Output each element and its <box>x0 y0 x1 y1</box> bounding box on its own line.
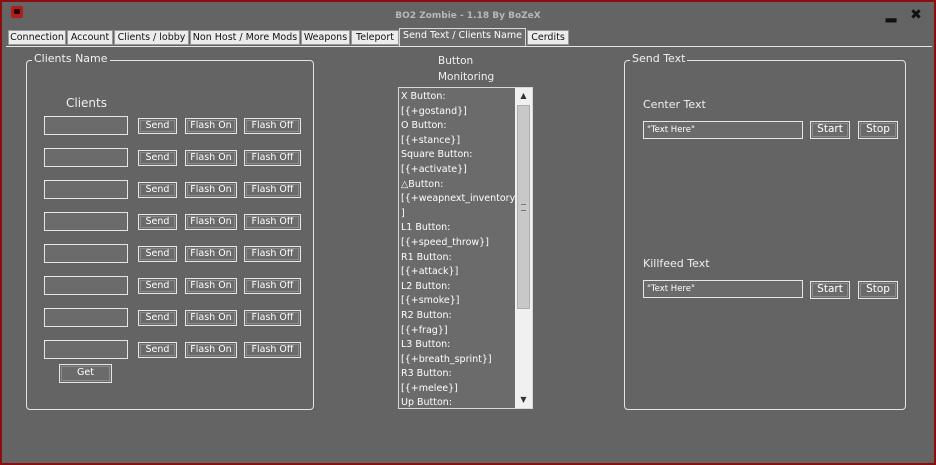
flash-off-button[interactable]: Flash Off <box>244 214 301 230</box>
clients-name-title: Clients Name <box>32 52 110 65</box>
scroll-down-arrow-icon[interactable]: ▼ <box>515 392 532 408</box>
flash-off-button[interactable]: Flash Off <box>244 342 301 358</box>
monitoring-line: R3 Button: <box>401 368 452 380</box>
flash-off-button[interactable]: Flash Off <box>244 118 301 134</box>
monitoring-title-line1: Button <box>438 55 474 67</box>
killfeed-stop-button[interactable]: Stop <box>858 281 898 299</box>
button-monitoring-list[interactable]: X Button: [{+gostand}] O Button: [{+stance}… <box>398 87 533 409</box>
send-button[interactable]: Send <box>138 214 177 230</box>
monitoring-line: L1 Button: <box>401 222 451 234</box>
monitoring-line: Up Button: <box>401 397 453 409</box>
tab-bar: Connection Account Clients / lobby Non H… <box>6 28 932 47</box>
clients-heading: Clients <box>66 96 107 110</box>
client-name-input[interactable] <box>44 148 128 167</box>
killfeed-text-input[interactable]: "Text Here" <box>643 280 803 298</box>
flash-on-button[interactable]: Flash On <box>185 278 237 294</box>
flash-off-button[interactable]: Flash Off <box>244 246 301 262</box>
flash-on-button[interactable]: Flash On <box>185 310 237 326</box>
flash-on-button[interactable]: Flash On <box>185 246 237 262</box>
scroll-up-arrow-icon[interactable]: ▲ <box>515 88 532 104</box>
client-name-input[interactable] <box>44 276 128 295</box>
scroll-thumb[interactable] <box>517 105 530 309</box>
flash-off-button[interactable]: Flash Off <box>244 150 301 166</box>
send-text-title: Send Text <box>630 52 688 65</box>
flash-on-button[interactable]: Flash On <box>185 118 237 134</box>
tab-account[interactable]: Account <box>67 30 113 45</box>
monitoring-line: [{+weapnext_inventory} <box>401 193 522 205</box>
send-button[interactable]: Send <box>138 246 177 262</box>
app-window: BO2 Zombie - 1.18 By BoZeX ▂ ✖ Connectio… <box>0 0 936 465</box>
monitoring-line: △Button: <box>401 178 444 190</box>
monitoring-line: [{+attack}] <box>401 266 459 278</box>
client-name-input[interactable] <box>44 244 128 263</box>
send-button[interactable]: Send <box>138 342 177 358</box>
tab-cerdits[interactable]: Cerdits <box>527 30 569 45</box>
monitoring-line: [{+smoke}] <box>401 295 460 307</box>
monitoring-line: R1 Button: <box>401 251 452 263</box>
flash-off-button[interactable]: Flash Off <box>244 182 301 198</box>
monitoring-scrollbar[interactable]: ▲ ▼ <box>515 88 532 408</box>
client-name-input[interactable] <box>44 180 128 199</box>
tab-teleport[interactable]: Teleport <box>351 30 399 45</box>
flash-on-button[interactable]: Flash On <box>185 214 237 230</box>
send-button[interactable]: Send <box>138 278 177 294</box>
monitoring-line: [{+gostand}] <box>401 105 467 117</box>
monitoring-line: [{+stance}] <box>401 134 461 146</box>
monitoring-line: L3 Button: <box>401 339 451 351</box>
monitoring-line: O Button: <box>401 120 447 132</box>
window-title: BO2 Zombie - 1.18 By BoZeX <box>395 11 541 21</box>
monitoring-title-line2: Monitoring <box>438 71 495 83</box>
monitoring-lines: X Button: [{+gostand}] O Button: [{+stance}… <box>401 90 522 409</box>
center-start-button[interactable]: Start <box>810 121 850 139</box>
killfeed-text-label: Killfeed Text <box>643 257 710 270</box>
center-text-label: Center Text <box>643 98 706 111</box>
monitoring-line: [{+breath_sprint}] <box>401 353 492 365</box>
get-button[interactable]: Get <box>59 364 112 383</box>
center-text-input[interactable]: "Text Here" <box>643 121 803 139</box>
monitoring-line: ] <box>401 207 405 219</box>
client-name-input[interactable] <box>44 212 128 231</box>
flash-on-button[interactable]: Flash On <box>185 342 237 358</box>
center-stop-button[interactable]: Stop <box>858 121 898 139</box>
monitoring-line: [{+activate}] <box>401 163 467 175</box>
tab-clients-lobby[interactable]: Clients / lobby <box>114 30 189 45</box>
tab-send-text-clients-name[interactable]: Send Text / Clients Name <box>399 28 526 46</box>
client-name-input[interactable] <box>44 340 128 359</box>
send-button[interactable]: Send <box>138 150 177 166</box>
flash-off-button[interactable]: Flash Off <box>244 278 301 294</box>
monitoring-line: [{+frag}] <box>401 324 448 336</box>
title-bar: BO2 Zombie - 1.18 By BoZeX ▂ ✖ <box>2 2 934 27</box>
tab-weapons[interactable]: Weapons <box>301 30 350 45</box>
close-button[interactable]: ✖ <box>907 7 925 23</box>
flash-off-button[interactable]: Flash Off <box>244 310 301 326</box>
monitoring-line: L2 Button: <box>401 280 451 292</box>
tab-non-host-more-mods[interactable]: Non Host / More Mods <box>190 30 300 45</box>
client-name-input[interactable] <box>44 308 128 327</box>
grip-icon <box>521 204 526 211</box>
monitoring-line: X Button: <box>401 91 446 102</box>
flash-on-button[interactable]: Flash On <box>185 182 237 198</box>
send-text-group: Send Text <box>624 52 906 410</box>
tab-connection[interactable]: Connection <box>8 30 66 45</box>
send-button[interactable]: Send <box>138 182 177 198</box>
send-button[interactable]: Send <box>138 118 177 134</box>
flash-on-button[interactable]: Flash On <box>185 150 237 166</box>
killfeed-start-button[interactable]: Start <box>810 281 850 299</box>
client-name-input[interactable] <box>44 116 128 135</box>
minimize-button[interactable]: ▂ <box>882 7 900 23</box>
monitoring-line: [{+speed_throw}] <box>401 236 489 248</box>
send-button[interactable]: Send <box>138 310 177 326</box>
monitoring-line: [{+melee}] <box>401 382 458 394</box>
monitoring-line: Square Button: <box>401 149 473 161</box>
monitoring-line: R2 Button: <box>401 309 452 321</box>
